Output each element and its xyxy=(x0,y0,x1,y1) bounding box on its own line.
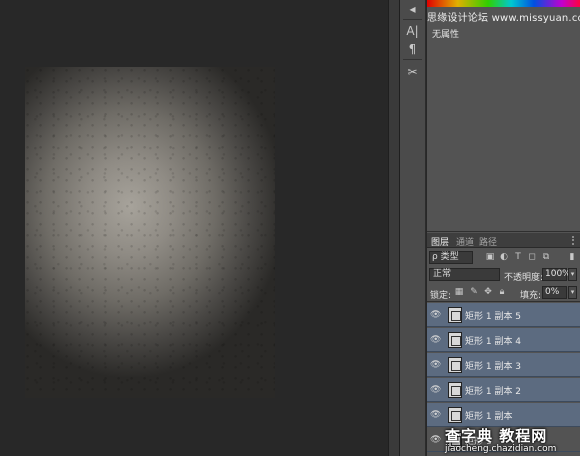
opacity-dropdown-icon[interactable]: ▾ xyxy=(568,268,577,281)
dock-divider xyxy=(403,19,422,20)
tab-channels[interactable]: 通道 xyxy=(456,235,474,248)
visibility-eye-icon[interactable]: 👁︎ xyxy=(430,360,441,370)
type-filter-icon[interactable]: T xyxy=(513,252,523,262)
filter-kind-select[interactable]: ρ 类型 xyxy=(429,251,473,264)
brand-watermark-url: jiaocheng.chazidian.com xyxy=(445,444,557,454)
layer-thumbnail xyxy=(448,382,462,398)
lock-image-icon[interactable]: ✎ xyxy=(469,287,479,297)
layers-panel: 图层 通道 路径 ρ 类型 ▣ ◐ T ◻ ⧉ ▮ 正常 不透明度: 100% … xyxy=(427,233,580,456)
brand-watermark-title: 查字典 教程网 xyxy=(445,427,548,445)
layer-row[interactable]: 👁︎ 矩形 1 副本 4 xyxy=(427,328,580,352)
lock-all-icon[interactable]: 🔒︎ xyxy=(497,287,507,297)
properties-empty-text: 无属性 xyxy=(432,30,460,40)
smart-object-filter-icon[interactable]: ⧉ xyxy=(541,252,551,262)
fill-dropdown-icon[interactable]: ▾ xyxy=(568,286,577,299)
filter-toggle-icon[interactable]: ▮ xyxy=(567,252,577,262)
opacity-input[interactable]: 100% xyxy=(542,268,571,281)
layer-name: 矩形 1 副本 xyxy=(465,412,513,422)
lock-transparency-icon[interactable]: ▦ xyxy=(454,287,464,297)
panel-divider[interactable] xyxy=(388,0,400,456)
brand-watermark: 查字典 教程网 jiaocheng.chazidian.com xyxy=(445,425,580,456)
opacity-label: 不透明度: xyxy=(504,273,544,283)
lock-row: 锁定: ▦ ✎ ✥ 🔒︎ 填充: 0% ▾ xyxy=(427,284,580,302)
tool-settings-icon[interactable]: ✂ xyxy=(402,63,423,81)
right-panels: 思缘设计论坛 www.missyuan.com 无属性 图层 通道 路径 ρ 类… xyxy=(427,0,580,456)
fill-input[interactable]: 0% xyxy=(542,286,567,299)
layer-row[interactable]: 👁︎ 矩形 1 副本 3 xyxy=(427,353,580,377)
visibility-eye-icon[interactable]: 👁︎ xyxy=(430,435,441,445)
blend-row: 正常 不透明度: 100% ▾ xyxy=(427,266,580,284)
visibility-eye-icon[interactable]: 👁︎ xyxy=(430,310,441,320)
adjustment-filter-icon[interactable]: ◐ xyxy=(499,252,509,262)
layer-filter-row: ρ 类型 ▣ ◐ T ◻ ⧉ ▮ xyxy=(427,249,580,267)
layer-row[interactable]: 👁︎ 矩形 1 副本 5 xyxy=(427,303,580,327)
site-watermark: 思缘设计论坛 www.missyuan.com xyxy=(427,13,580,24)
collapse-arrow-icon[interactable]: ◂ xyxy=(402,0,423,18)
lock-position-icon[interactable]: ✥ xyxy=(483,287,493,297)
layer-thumbnail xyxy=(448,332,462,348)
lock-label: 锁定: xyxy=(430,291,452,301)
layers-panel-tabs: 图层 通道 路径 xyxy=(427,233,580,248)
visibility-eye-icon[interactable]: 👁︎ xyxy=(430,385,441,395)
fill-label: 填充: xyxy=(520,291,542,301)
panel-dock-icons: ◂ A| ¶ ✂ xyxy=(400,0,426,456)
layer-name: 矩形 1 副本 3 xyxy=(465,362,522,372)
layer-thumbnail xyxy=(448,357,462,373)
tab-layers[interactable]: 图层 xyxy=(431,235,449,248)
layer-name: 矩形 1 副本 4 xyxy=(465,337,522,347)
visibility-eye-icon[interactable]: 👁︎ xyxy=(430,410,441,420)
color-swatch-strip[interactable] xyxy=(427,0,580,7)
panel-menu-icon[interactable] xyxy=(572,236,577,245)
visibility-eye-icon[interactable]: 👁︎ xyxy=(430,335,441,345)
blend-mode-select[interactable]: 正常 xyxy=(429,268,500,281)
layer-name: 矩形 1 副本 5 xyxy=(465,312,522,322)
properties-panel: 无属性 xyxy=(427,24,580,232)
dock-divider xyxy=(403,59,422,60)
canvas-workspace[interactable] xyxy=(0,0,388,456)
character-panel-icon[interactable]: A| xyxy=(402,22,423,40)
layer-thumbnail xyxy=(448,407,462,423)
document-canvas[interactable] xyxy=(25,67,275,398)
layer-thumbnail xyxy=(448,307,462,323)
shape-filter-icon[interactable]: ◻ xyxy=(527,252,537,262)
paragraph-panel-icon[interactable]: ¶ xyxy=(402,40,423,58)
pixel-filter-icon[interactable]: ▣ xyxy=(485,252,495,262)
layer-name: 矩形 1 副本 2 xyxy=(465,387,522,397)
layer-row[interactable]: 👁︎ 矩形 1 副本 xyxy=(427,403,580,427)
layer-row[interactable]: 👁︎ 矩形 1 副本 2 xyxy=(427,378,580,402)
tab-paths[interactable]: 路径 xyxy=(479,235,497,248)
